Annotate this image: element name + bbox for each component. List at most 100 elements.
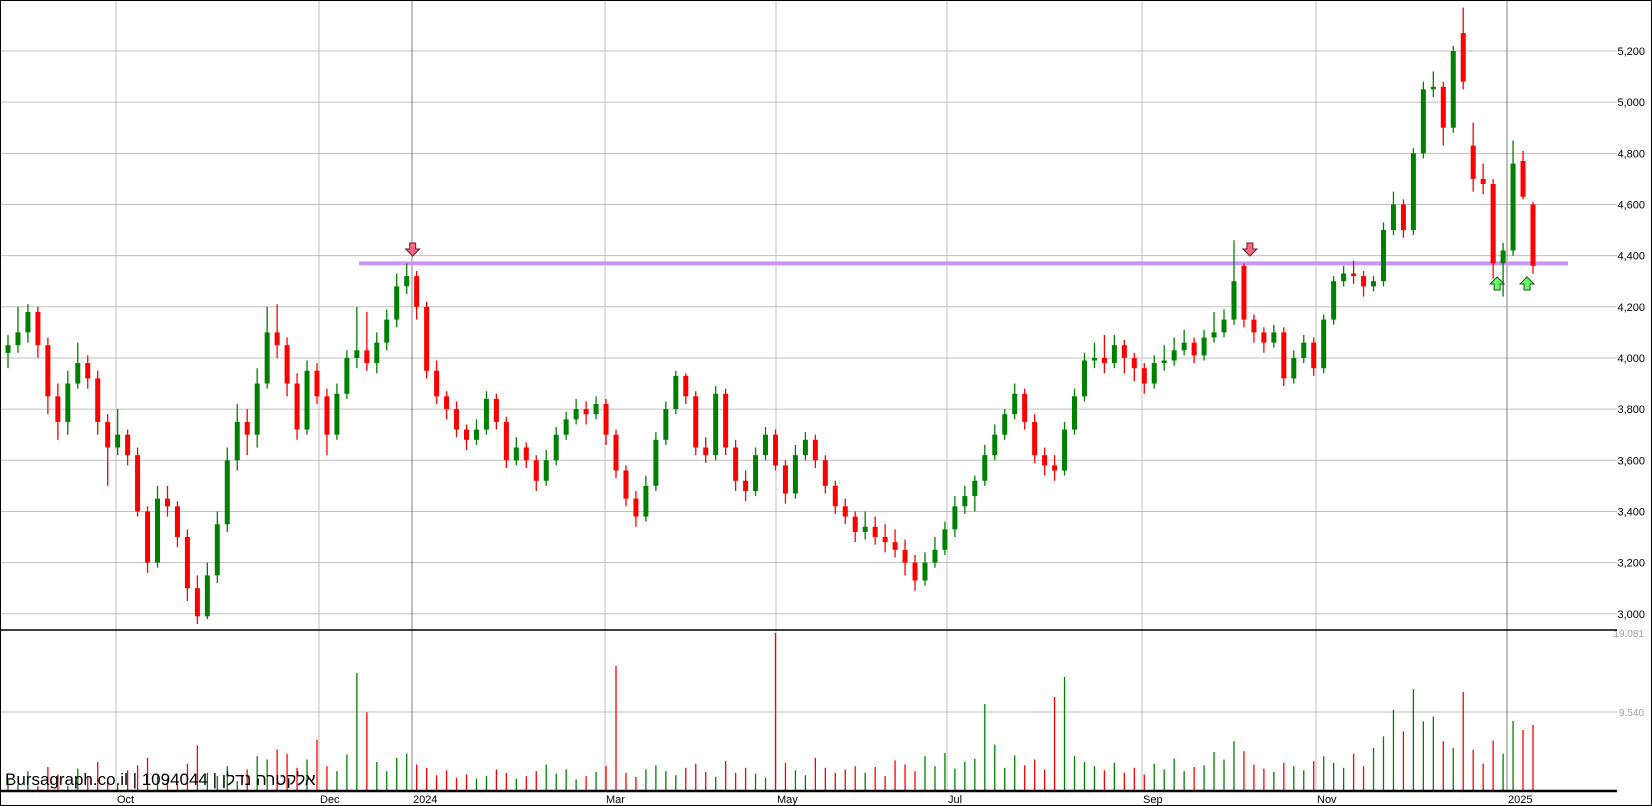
candle-body xyxy=(513,447,519,461)
candle-body xyxy=(35,311,41,346)
chart-frame xyxy=(0,0,1652,806)
candle-body xyxy=(1420,89,1426,154)
candle-body xyxy=(1341,273,1347,282)
candle-body xyxy=(194,588,200,617)
candle-body xyxy=(1251,319,1257,333)
candle-body xyxy=(1062,429,1068,471)
price-tick-label: 5,000 xyxy=(1617,97,1645,109)
candle-body xyxy=(354,350,360,358)
price-tick-label: 3,200 xyxy=(1617,558,1645,570)
price-tick-label: 3,400 xyxy=(1617,506,1645,518)
price-tick-label: 4,800 xyxy=(1617,148,1645,160)
candle-body xyxy=(1271,332,1277,343)
candlestick-chart-svg: 3,000 3,200 3,400 3,600 3,800 4,000 4,200 4,400… xyxy=(0,0,1652,806)
price-tick-label: 4,600 xyxy=(1617,199,1645,211)
candle-body xyxy=(1331,281,1337,320)
candle-body xyxy=(264,332,270,384)
candle-body xyxy=(1012,393,1018,415)
candle-body xyxy=(1291,357,1297,379)
candle-body xyxy=(1072,396,1078,430)
candle-body xyxy=(1311,342,1317,369)
candle-body xyxy=(1460,33,1466,82)
candle-body xyxy=(1430,86,1436,90)
candle-body xyxy=(703,447,709,456)
candle-body xyxy=(1470,145,1476,179)
candle-body xyxy=(135,455,141,512)
candle-body xyxy=(553,434,559,461)
candle-body xyxy=(95,378,101,422)
candle-body xyxy=(982,455,988,481)
candle-body xyxy=(1440,86,1446,128)
candle-body xyxy=(493,398,499,422)
candle-body xyxy=(454,409,460,430)
candle-body xyxy=(1131,357,1137,369)
candle-body xyxy=(1520,160,1526,197)
x-tick-label: 2025 xyxy=(1508,794,1532,806)
candle-body xyxy=(1241,265,1247,320)
candle-body xyxy=(214,524,220,576)
candle-body xyxy=(1261,332,1267,343)
candle-body xyxy=(1221,319,1227,333)
x-tick-label: Oct xyxy=(117,794,134,806)
price-tick-label: 4,400 xyxy=(1617,251,1645,263)
candle-body xyxy=(832,485,838,507)
candle-body xyxy=(145,511,151,563)
candle-body xyxy=(523,447,529,461)
candle-body xyxy=(1171,350,1177,361)
candle-body xyxy=(563,419,569,435)
candle-body xyxy=(743,480,749,491)
candle-body xyxy=(812,439,818,461)
candle-body xyxy=(374,342,380,364)
candle-body xyxy=(992,434,998,456)
candle-body xyxy=(713,393,719,456)
candle-body xyxy=(254,383,260,435)
candle-body xyxy=(1151,363,1157,384)
candle-body xyxy=(364,350,370,364)
candle-body xyxy=(15,332,21,346)
price-tick-label: 3,000 xyxy=(1617,609,1645,621)
candle-body xyxy=(543,460,549,481)
candle-body xyxy=(633,498,639,517)
candle-body xyxy=(533,460,539,481)
x-tick-label: Jul xyxy=(948,794,962,806)
candle-body xyxy=(344,357,350,394)
candle-body xyxy=(852,516,858,532)
candle-body xyxy=(1371,281,1377,287)
x-tick-label: May xyxy=(777,794,798,806)
candle-body xyxy=(1510,163,1516,251)
candle-body xyxy=(1002,414,1008,435)
candle-body xyxy=(603,404,609,435)
candle-body xyxy=(404,276,410,287)
candle-body xyxy=(882,537,888,543)
candle-body xyxy=(802,439,808,456)
candle-body xyxy=(55,396,61,422)
candle-body xyxy=(1201,337,1207,356)
candle-body xyxy=(1141,368,1147,384)
price-tick-label: 5,200 xyxy=(1617,46,1645,58)
candle-body xyxy=(1390,204,1396,231)
candle-body xyxy=(75,363,81,384)
candle-body xyxy=(1231,281,1237,320)
volume-tick-label: 9,540 xyxy=(1619,708,1644,719)
stock-chart: 3,000 3,200 3,400 3,600 3,800 4,000 4,200 4,400… xyxy=(0,0,1652,806)
candle-body xyxy=(1161,360,1167,364)
x-tick-label: Nov xyxy=(1317,794,1337,806)
candle-body xyxy=(683,375,689,397)
candle-body xyxy=(503,421,509,461)
candle-body xyxy=(1361,276,1367,287)
candle-body xyxy=(1380,230,1386,282)
candle-body xyxy=(483,398,489,430)
candle-body xyxy=(1101,357,1107,364)
candle-body xyxy=(733,447,739,481)
candle-body xyxy=(772,434,778,466)
candle-body xyxy=(1042,455,1048,466)
candle-body xyxy=(583,409,589,415)
candle-body xyxy=(1121,345,1127,358)
candle-body xyxy=(693,396,699,448)
candle-body xyxy=(1091,357,1097,361)
candle-body xyxy=(872,526,878,538)
x-tick-label: 2024 xyxy=(413,794,437,806)
candle-body xyxy=(1281,332,1287,379)
candle-body xyxy=(234,421,240,461)
candle-body xyxy=(573,409,579,420)
